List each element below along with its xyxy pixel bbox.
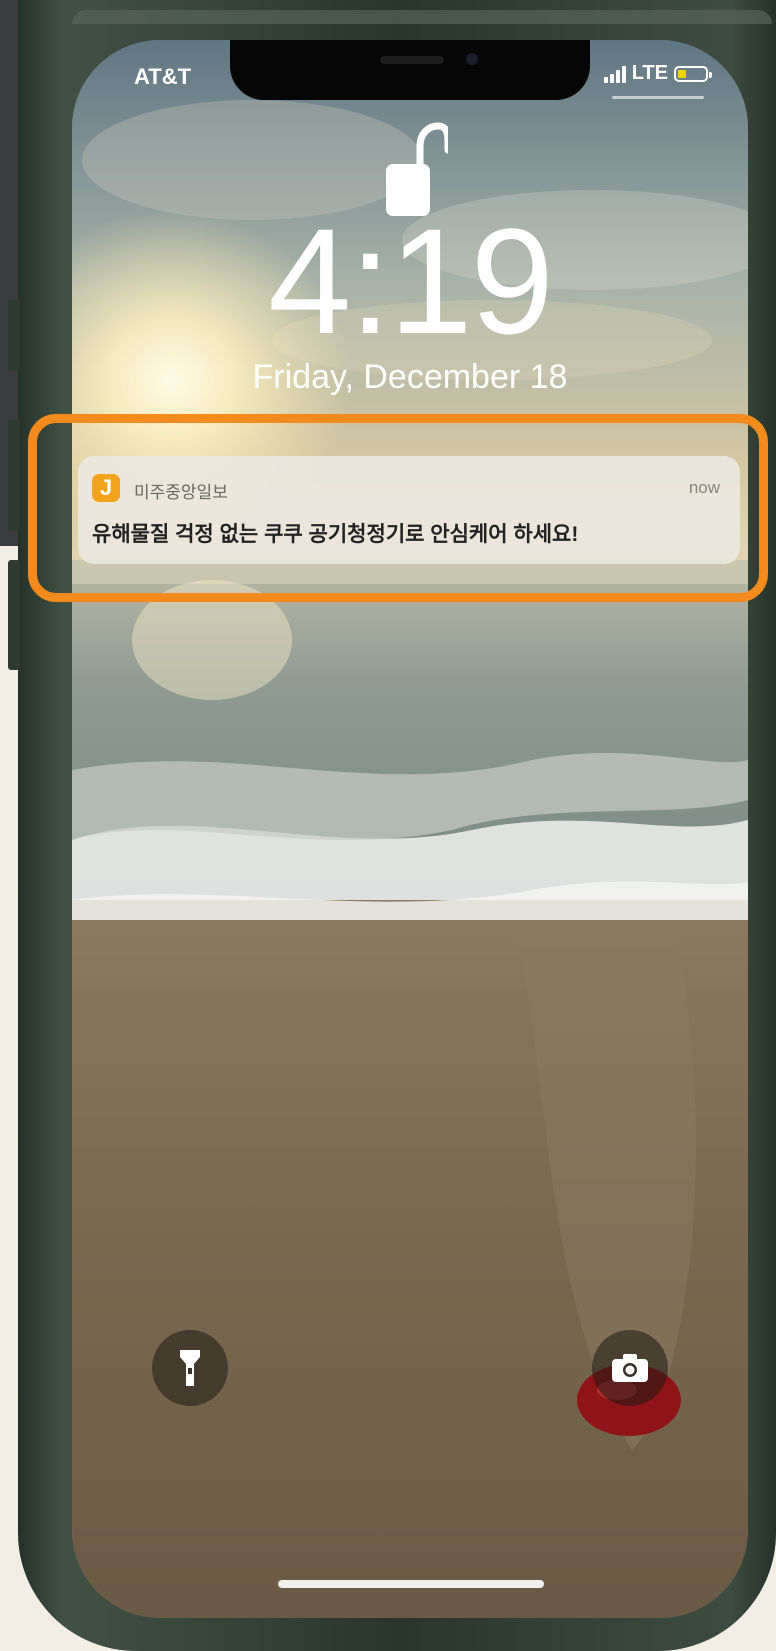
phone-rim: [72, 10, 772, 24]
camera-icon: [612, 1354, 648, 1382]
notification-highlight: [28, 414, 768, 602]
lock-time: 4:19: [268, 197, 554, 365]
carrier-label: AT&T: [134, 64, 192, 89]
home-indicator[interactable]: [278, 1580, 544, 1588]
control-center-indicator: [612, 96, 704, 99]
flashlight-button[interactable]: [152, 1330, 228, 1406]
notch: [230, 40, 590, 100]
camera-button[interactable]: [592, 1330, 668, 1406]
front-camera: [466, 53, 478, 65]
volume-down-button: [8, 560, 20, 670]
signal-icon: [603, 65, 626, 83]
speaker-grille: [380, 56, 444, 64]
lock-date: Friday, December 18: [252, 358, 568, 396]
flashlight-icon: [180, 1350, 200, 1386]
status-indicators: LTE: [603, 62, 712, 85]
lock-screen[interactable]: AT&T LTE 4:19 Friday, December 18 J 미주중앙…: [72, 40, 748, 1618]
mute-switch: [8, 300, 20, 370]
network-type: LTE: [631, 62, 668, 84]
battery-icon: [674, 65, 712, 82]
volume-up-button: [8, 420, 20, 530]
